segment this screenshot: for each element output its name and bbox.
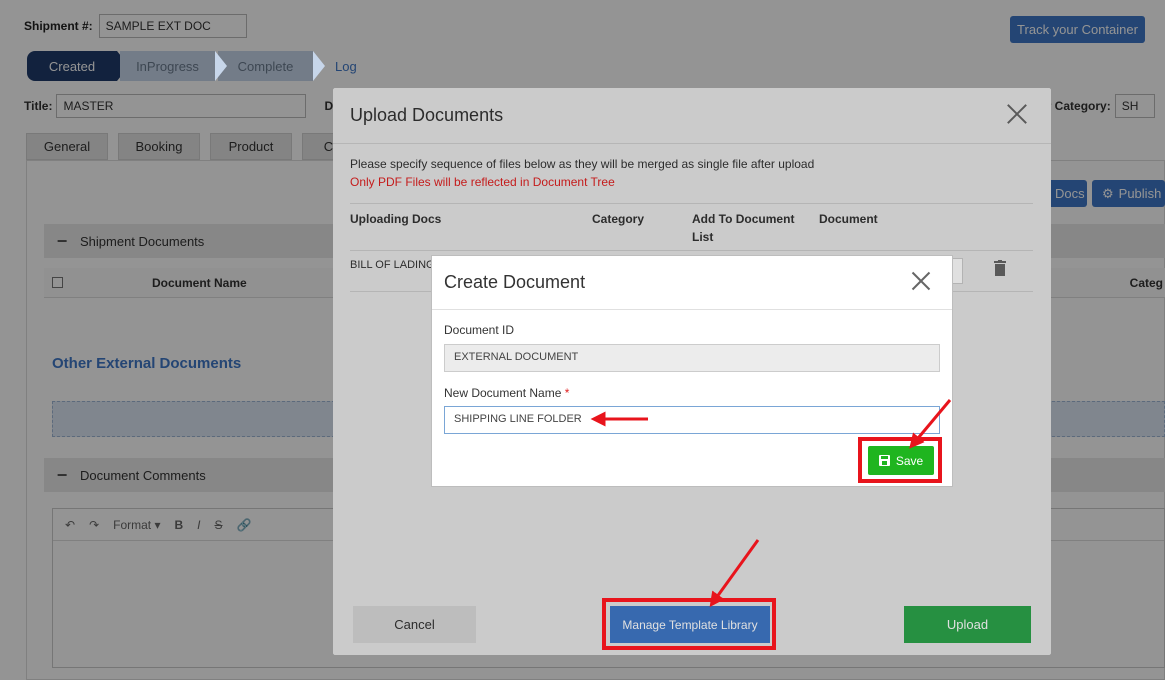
new-document-name-label: New Document Name * (444, 386, 570, 400)
create-modal-title: Create Document (444, 272, 586, 292)
create-modal-header: Create Document (432, 256, 952, 310)
document-id-field: EXTERNAL DOCUMENT (444, 344, 940, 372)
required-mark: * (564, 386, 570, 400)
document-id-label: Document ID (444, 323, 515, 337)
close-icon[interactable] (910, 270, 932, 292)
save-highlight-box (858, 437, 942, 483)
new-document-name-input[interactable]: SHIPPING LINE FOLDER (444, 406, 940, 434)
template-highlight-box (602, 598, 776, 650)
